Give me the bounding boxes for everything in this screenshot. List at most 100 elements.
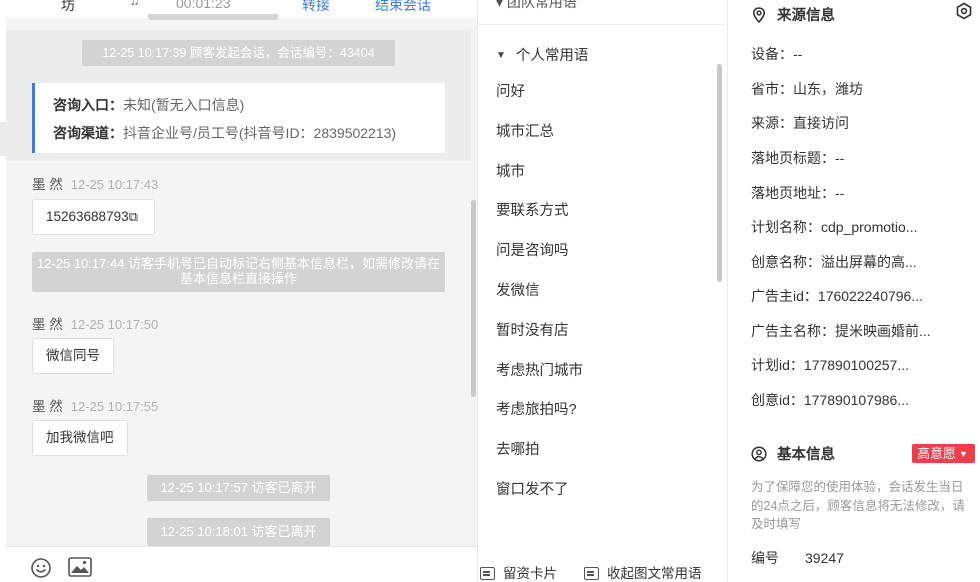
customer-id-row: 编号 39247 [751, 548, 844, 568]
message-bubble[interactable]: 加我微信吧 [32, 420, 128, 456]
phrase-footer: 留资卡片 收起图文常用语 [478, 556, 727, 582]
phrase-item[interactable]: 暂时没有店 [496, 319, 706, 359]
end-session-button[interactable]: 结束会话 [375, 0, 431, 15]
phrase-group-title: 个人常用语 [515, 48, 589, 64]
phrase-item[interactable]: 发微信 [496, 279, 706, 319]
emoji-icon[interactable] [30, 557, 52, 579]
info-label: 来源： [751, 115, 793, 131]
image-icon[interactable] [68, 557, 92, 577]
info-row-advertiser-name: 广告主名称：提米映画婚前... [751, 321, 931, 341]
info-value: 溢出屏幕的高... [821, 254, 917, 270]
basic-info-label: 基本信息 [777, 447, 835, 463]
source-info-label: 来源信息 [777, 8, 835, 24]
system-message-visitor-left: 12-25 10:17:57 访客已离开 [147, 475, 330, 501]
edit-deadline-notice: 为了保障您的使用体验，会话发生当日的24点之后，顾客信息将无法修改，请及时填写 [751, 480, 965, 531]
source-info-title: 来源信息 [751, 4, 835, 25]
message-bubble[interactable]: 微信同号 [32, 338, 114, 374]
system-message-phone-notice: 12-25 10:17:44 访客手机号已自动标记右侧基本信息栏，如需修改请在基… [32, 252, 445, 292]
header-pill [148, 14, 278, 20]
info-row-plan-id: 计划id：177890100257... [751, 355, 909, 375]
system-message-session-start: 12-25 10:17:39 顾客发起会话，会话编号：43404 [82, 40, 395, 66]
divider [478, 24, 726, 25]
consult-channel-row: 咨询渠道：抖音企业号/员工号(抖音号ID：2839502213) [53, 119, 445, 147]
card-icon [480, 567, 495, 580]
gear-icon[interactable] [955, 2, 973, 20]
phrase-item[interactable]: 去哪拍 [496, 438, 706, 478]
info-row-device: 设备：-- [751, 44, 802, 64]
info-label: 计划id： [751, 357, 804, 373]
phrase-item[interactable]: 考虑旅拍吗? [496, 398, 706, 438]
caret-down-icon: ▼ [959, 449, 968, 459]
message-bubble[interactable]: 15263688793⧉ [32, 199, 155, 235]
user-circle-icon [751, 446, 767, 462]
info-row-source: 来源：直接访问 [751, 113, 849, 133]
caret-down-icon: ▼ [496, 50, 506, 61]
consult-channel-label: 咨询渠道： [53, 125, 123, 141]
phrase-item[interactable]: 城市 [496, 160, 706, 200]
chat-input-toolbar [6, 546, 477, 582]
info-value: 176022240796... [817, 288, 924, 304]
douyin-icon: ♫ [130, 0, 139, 8]
info-value: 177890100257... [803, 357, 910, 373]
info-label: 计划名称： [751, 219, 821, 235]
info-label: 创意名称： [751, 254, 821, 270]
message-text: 加我微信吧 [46, 430, 114, 445]
previous-group-header[interactable]: ▾ 团队常用语 [496, 0, 577, 12]
phrase-item[interactable]: 考虑热门城市 [496, 359, 706, 399]
lead-card-label: 留资卡片 [503, 566, 557, 581]
phrase-item[interactable]: 要联系方式 [496, 199, 706, 239]
chat-scrollbar[interactable] [471, 200, 476, 397]
info-value: -- [793, 46, 803, 62]
info-row-creative-name: 创意名称：溢出屏幕的高... [751, 252, 917, 272]
location-icon [752, 7, 766, 23]
collapse-media-phrases-button[interactable]: 收起图文常用语 [584, 562, 702, 582]
session-start-block: 12-25 10:17:39 顾客发起会话，会话编号：43404 咨询入口：未知… [6, 30, 471, 161]
info-row-advertiser-id: 广告主id：176022240796... [751, 286, 923, 306]
consult-entry-row: 咨询入口：未知(暂无入口信息) [53, 91, 445, 119]
basic-info-title: 基本信息 [751, 443, 835, 464]
message-text: 微信同号 [46, 348, 100, 363]
sender-name: 墨 然 [32, 317, 63, 332]
id-label: 编号 [751, 550, 779, 566]
info-value: 提米映画婚前... [835, 323, 931, 339]
message-time: 12-25 10:17:55 [70, 399, 159, 414]
collapse-label: 收起图文常用语 [607, 566, 702, 581]
lead-card-button[interactable]: 留资卡片 [480, 562, 557, 582]
phrase-item[interactable]: 窗口发不了 [496, 478, 706, 518]
common-phrases-panel: ▾ 团队常用语 ▼ 个人常用语 问好 城市汇总 城市 要联系方式 问是咨询吗 发微… [478, 0, 728, 582]
info-row-landing-url: 落地页地址：-- [751, 183, 844, 203]
info-value: -- [835, 185, 845, 201]
info-row-landing-title: 落地页标题：-- [751, 148, 844, 168]
consult-entry-value: 未知(暂无入口信息) [123, 97, 245, 113]
phrase-item[interactable]: 问是咨询吗 [496, 239, 706, 279]
message-sender: 墨 然 12-25 10:17:43 [32, 173, 158, 193]
phrase-scrollbar[interactable] [717, 64, 722, 282]
message-time: 12-25 10:17:50 [70, 317, 159, 332]
consult-info-card: 咨询入口：未知(暂无入口信息) 咨询渠道：抖音企业号/员工号(抖音号ID：283… [32, 83, 445, 153]
transfer-button[interactable]: 转接 [302, 0, 330, 15]
message-sender: 墨 然 12-25 10:17:55 [32, 395, 158, 415]
info-label: 落地页标题： [751, 150, 835, 166]
copy-icon[interactable]: ⧉ [129, 209, 138, 224]
phrase-list: 问好 城市汇总 城市 要联系方式 问是咨询吗 发微信 暂时没有店 考虑热门城市 … [496, 80, 706, 518]
chat-panel: 坊 ♫ 00:01:23 转接 结束会话 12-25 10:17:39 顾客发起… [6, 0, 478, 582]
consult-channel-value: 抖音企业号/员工号(抖音号ID：2839502213) [123, 125, 397, 141]
info-label: 广告主id： [751, 288, 818, 304]
session-timer: 00:01:23 [176, 0, 231, 11]
info-value: 直接访问 [793, 115, 849, 131]
visitor-info-panel: 来源信息 设备：-- 省市：山东，潍坊 来源：直接访问 落地页标题：-- 落地页… [729, 0, 980, 582]
info-label: 落地页地址： [751, 185, 835, 201]
phrase-item[interactable]: 城市汇总 [496, 120, 706, 160]
info-label: 广告主名称： [751, 323, 835, 339]
sender-name: 墨 然 [32, 177, 63, 192]
info-row-creative-id: 创意id：177890107986... [751, 390, 909, 410]
phrase-group-header[interactable]: ▼ 个人常用语 [496, 44, 588, 65]
phrase-item[interactable]: 问好 [496, 80, 706, 120]
consult-entry-label: 咨询入口： [53, 97, 123, 113]
info-value: 山东，潍坊 [793, 81, 863, 97]
info-value: 177890107986... [803, 392, 910, 408]
info-row-province-city: 省市：山东，潍坊 [751, 79, 863, 99]
info-value: -- [835, 150, 845, 166]
intent-level-dropdown[interactable]: 高意愿 ▼ [912, 444, 975, 463]
info-label: 创意id： [751, 392, 804, 408]
